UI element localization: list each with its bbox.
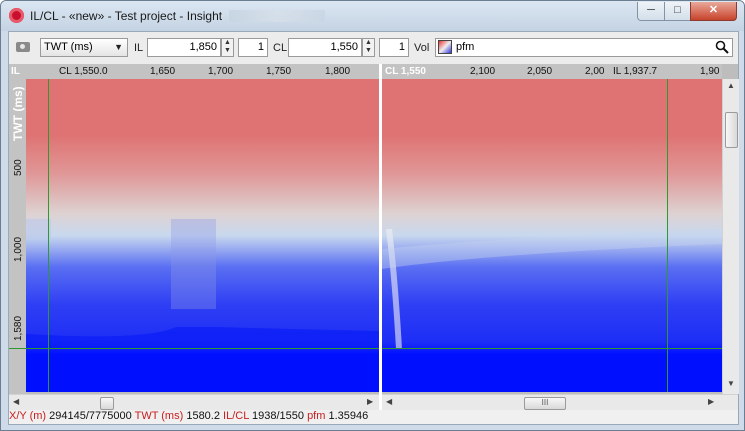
scroll-up-icon[interactable]: ▲ — [727, 81, 735, 90]
time-cursor — [9, 348, 379, 349]
left-axis: TWT (ms) 500 1,000 1,580 — [9, 79, 26, 394]
toolbar: TWT (ms) ▼ IL 1,850 ▲ ▼ 1 CL 1,550 ▲ ▼ 1… — [9, 32, 738, 65]
top-axis: CL 1,550 2,100 2,050 2,00 IL 1,937.7 1,9… — [382, 64, 722, 79]
tick-label: 1,750 — [266, 66, 292, 77]
attribute-value: 1.35946 — [328, 410, 369, 422]
window-title: IL/CL - «new» - Test project - Insight — [30, 9, 223, 23]
il-label: IL — [134, 42, 144, 54]
scroll-right-icon[interactable]: ▶ — [367, 397, 373, 406]
time-cursor — [382, 348, 722, 349]
domain-select[interactable]: TWT (ms) ▼ — [40, 38, 128, 57]
section-shading — [382, 229, 722, 349]
il-spinner[interactable]: ▲ ▼ — [221, 38, 234, 57]
title-obscured-region — [229, 10, 325, 22]
inline-section-pane[interactable]: IL CL 1,550.0 1,650 1,700 1,750 1,800 TW… — [9, 64, 379, 394]
spin-up-icon[interactable]: ▲ — [363, 39, 374, 47]
close-button[interactable]: ✕ — [690, 2, 737, 21]
tick-label: 1,800 — [325, 66, 351, 77]
spin-up-icon[interactable]: ▲ — [222, 39, 233, 47]
scroll-left-icon[interactable]: ◀ — [13, 397, 19, 406]
app-logo-icon — [9, 8, 24, 23]
cursor-position-label: CL 1,550.0 — [59, 66, 108, 77]
scroll-right-icon[interactable]: ▶ — [708, 397, 714, 406]
crossline-cursor — [48, 79, 49, 392]
cursor-position-label: IL 1,937.7 — [613, 66, 658, 77]
cl-label: CL — [273, 42, 288, 54]
tick-label: 2,100 — [470, 66, 496, 77]
cl-step-input[interactable]: 1 — [379, 38, 409, 57]
cl-input[interactable]: 1,550 — [288, 38, 362, 57]
ilcl-label: IL/CL — [223, 410, 249, 422]
scroll-down-icon[interactable]: ▼ — [727, 379, 735, 388]
twt-value: 1580.2 — [186, 410, 220, 422]
domain-select-value: TWT (ms) — [44, 41, 93, 53]
camera-icon[interactable] — [16, 42, 30, 52]
tick-label: 1,580 — [13, 315, 24, 341]
vol-label: Vol — [414, 42, 430, 54]
minimize-button[interactable]: ─ — [637, 2, 665, 21]
seismic-section-left[interactable] — [26, 79, 379, 392]
seismic-section-right[interactable] — [382, 79, 722, 392]
twt-label: TWT (ms) — [134, 410, 184, 422]
volume-name: pfm — [456, 41, 475, 53]
horizontal-scrollbar-right[interactable]: ◀ III ▶ — [382, 394, 738, 411]
scroll-left-icon[interactable]: ◀ — [386, 397, 392, 406]
tick-label: 1,90 — [700, 66, 720, 77]
horizontal-scroll-thumb[interactable]: III — [524, 397, 566, 410]
status-bar: X/Y (m) 294145/7775000 TWT (ms) 1580.2 I… — [9, 410, 738, 424]
tick-label: 1,650 — [150, 66, 176, 77]
chevron-down-icon: ▼ — [114, 42, 123, 52]
tick-label: 500 — [13, 159, 24, 176]
crossline-section-pane[interactable]: CL 1,550 2,100 2,050 2,00 IL 1,937.7 1,9… — [382, 64, 739, 394]
cl-spinner[interactable]: ▲ ▼ — [362, 38, 375, 57]
search-icon[interactable] — [715, 40, 729, 54]
vertical-scroll-thumb[interactable] — [725, 112, 738, 148]
axis-title: TWT (ms) — [11, 86, 25, 141]
xy-label: X/Y (m) — [9, 410, 47, 422]
xy-value: 294145/7775000 — [49, 410, 132, 422]
tick-label: 2,050 — [527, 66, 553, 77]
maximize-button[interactable]: □ — [664, 2, 691, 21]
ilcl-value: 1938/1550 — [252, 410, 304, 422]
tick-label: 2,00 — [585, 66, 605, 77]
inline-cursor — [667, 79, 668, 392]
app-window: IL/CL - «new» - Test project - Insight ─… — [0, 0, 745, 431]
colormap-icon — [438, 40, 452, 54]
spin-down-icon[interactable]: ▼ — [222, 47, 233, 55]
client-area: TWT (ms) ▼ IL 1,850 ▲ ▼ 1 CL 1,550 ▲ ▼ 1… — [8, 31, 739, 425]
top-axis: IL CL 1,550.0 1,650 1,700 1,750 1,800 — [9, 64, 379, 79]
vertical-scrollbar[interactable]: ▲ ▼ — [722, 79, 739, 394]
title-bar[interactable]: IL/CL - «new» - Test project - Insight ─… — [1, 1, 744, 31]
corner-label: CL 1,550 — [385, 66, 426, 77]
tick-label: 1,700 — [208, 66, 234, 77]
il-step-input[interactable]: 1 — [238, 38, 268, 57]
section-shading — [26, 219, 379, 351]
attribute-label: pfm — [307, 410, 326, 422]
volume-field[interactable]: pfm — [435, 38, 733, 57]
corner-label: IL — [11, 66, 20, 77]
tick-label: 1,000 — [13, 236, 24, 262]
il-input[interactable]: 1,850 — [147, 38, 221, 57]
horizontal-scrollbar-left[interactable]: ◀ ▶ — [9, 394, 379, 411]
horizontal-scroll-thumb[interactable] — [100, 397, 114, 410]
spin-down-icon[interactable]: ▼ — [363, 47, 374, 55]
